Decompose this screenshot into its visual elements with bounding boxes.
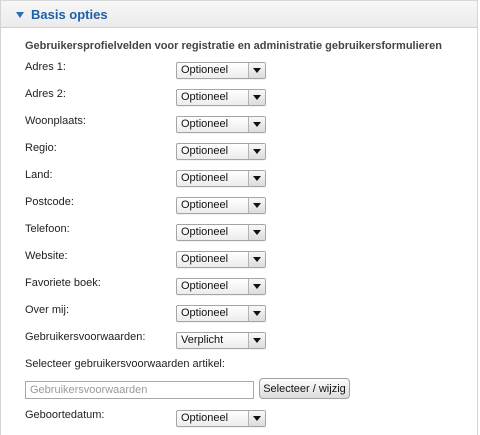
select-value: Verplicht: [181, 334, 224, 346]
chevron-down-icon: [248, 90, 265, 105]
field-label-website: Website:: [25, 250, 68, 262]
select-value: Optioneel: [181, 307, 229, 319]
chevron-down-icon: [248, 333, 265, 348]
select-value: Optioneel: [181, 91, 229, 103]
field-label-city: Woonplaats:: [25, 115, 86, 127]
collapse-triangle-icon[interactable]: [16, 12, 24, 18]
field-label-phone: Telefoon:: [25, 223, 70, 235]
select-birthdate[interactable]: Optioneel: [176, 410, 266, 427]
select-value: Optioneel: [181, 280, 229, 292]
chevron-down-icon: [248, 63, 265, 78]
select-favorite-book[interactable]: Optioneel: [176, 278, 266, 295]
field-label-birthdate: Geboortedatum:: [25, 409, 105, 421]
chevron-down-icon: [248, 225, 265, 240]
chevron-down-icon: [248, 411, 265, 426]
select-country[interactable]: Optioneel: [176, 170, 266, 187]
chevron-down-icon: [248, 144, 265, 159]
field-label-region: Regio:: [25, 142, 57, 154]
section-heading: Gebruikersprofielvelden voor registratie…: [25, 40, 442, 52]
select-value: Optioneel: [181, 226, 229, 238]
select-phone[interactable]: Optioneel: [176, 224, 266, 241]
select-terms[interactable]: Verplicht: [176, 332, 266, 349]
select-value: Optioneel: [181, 64, 229, 76]
panel-header[interactable]: Basis opties: [1, 0, 477, 28]
select-region[interactable]: Optioneel: [176, 143, 266, 160]
basic-options-panel: Basis opties Gebruikersprofielvelden voo…: [0, 0, 478, 435]
field-label-terms: Gebruikersvoorwaarden:: [25, 331, 146, 343]
chevron-down-icon: [248, 252, 265, 267]
select-postcode[interactable]: Optioneel: [176, 197, 266, 214]
field-label-address-2: Adres 2:: [25, 88, 66, 100]
select-value: Optioneel: [181, 172, 229, 184]
chevron-down-icon: [248, 171, 265, 186]
field-label-address-1: Adres 1:: [25, 61, 66, 73]
select-value: Optioneel: [181, 118, 229, 130]
chevron-down-icon: [248, 306, 265, 321]
select-value: Optioneel: [181, 412, 229, 424]
panel-title[interactable]: Basis opties: [31, 7, 108, 22]
terms-article-label: Selecteer gebruikersvoorwaarden artikel:: [25, 358, 225, 370]
select-city[interactable]: Optioneel: [176, 116, 266, 133]
select-value: Optioneel: [181, 145, 229, 157]
select-change-button[interactable]: Selecteer / wijzig: [259, 378, 350, 399]
chevron-down-icon: [248, 198, 265, 213]
chevron-down-icon: [248, 279, 265, 294]
field-label-country: Land:: [25, 169, 53, 181]
select-address-2[interactable]: Optioneel: [176, 89, 266, 106]
chevron-down-icon: [248, 117, 265, 132]
select-about-me[interactable]: Optioneel: [176, 305, 266, 322]
select-address-1[interactable]: Optioneel: [176, 62, 266, 79]
field-label-favorite-book: Favoriete boek:: [25, 277, 101, 289]
select-value: Optioneel: [181, 199, 229, 211]
select-value: Optioneel: [181, 253, 229, 265]
field-label-about-me: Over mij:: [25, 304, 69, 316]
field-label-postcode: Postcode:: [25, 196, 74, 208]
select-website[interactable]: Optioneel: [176, 251, 266, 268]
terms-article-input[interactable]: [25, 381, 254, 399]
